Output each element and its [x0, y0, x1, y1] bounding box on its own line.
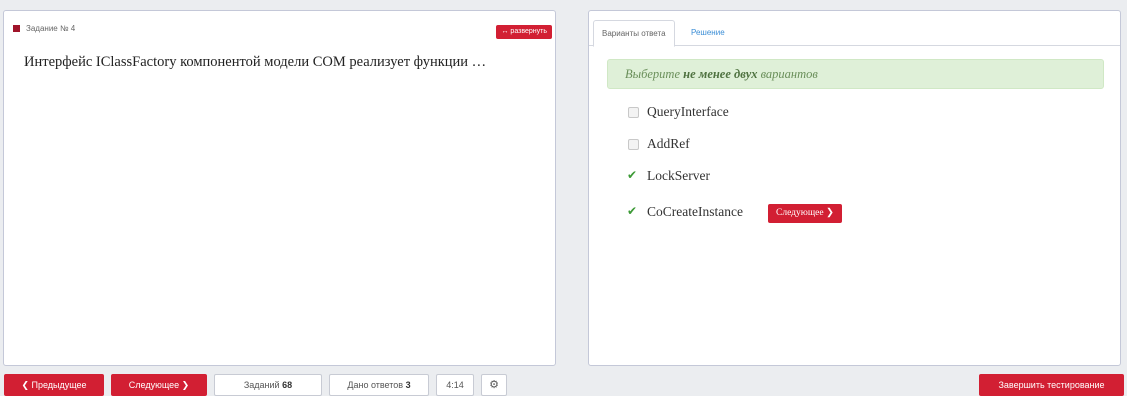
answer-tabs: Варианты ответа Решение — [589, 19, 1120, 47]
gear-icon[interactable]: ⚙ — [481, 374, 507, 396]
checkbox-icon[interactable] — [628, 138, 639, 150]
answers-label: Дано ответов — [347, 380, 404, 390]
option-lockserver[interactable]: LockServer — [627, 167, 710, 185]
selection-hint: Выберите не менее двух вариантов — [607, 59, 1104, 89]
hint-prefix: Выберите — [625, 67, 684, 81]
tab-answer-options[interactable]: Варианты ответа — [593, 20, 675, 47]
answers-counter: Дано ответов 3 — [329, 374, 429, 396]
hint-emphasis: не менее двух — [683, 67, 758, 81]
answers-count: 3 — [405, 380, 411, 390]
tab-solution[interactable]: Решение — [683, 20, 733, 47]
answer-panel: Варианты ответа Решение Выберите не мене… — [588, 10, 1121, 366]
expand-button[interactable]: ↔ развернуть — [496, 25, 552, 39]
question-panel: Задание № 4 ↔ развернуть Интерфейс IClas… — [3, 10, 556, 366]
tasks-counter: Заданий 68 — [214, 374, 322, 396]
option-label: LockServer — [647, 168, 710, 183]
option-addref[interactable]: AddRef — [628, 135, 690, 153]
option-cocreateinstance[interactable]: CoCreateInstance — [627, 203, 743, 221]
option-label: CoCreateInstance — [647, 204, 743, 219]
task-marker-icon — [13, 25, 20, 32]
task-header: Задание № 4 — [13, 24, 75, 33]
next-inline-button[interactable]: Следующее ❯ — [768, 204, 842, 223]
checkmark-icon[interactable] — [627, 168, 639, 182]
option-label: AddRef — [647, 136, 690, 151]
task-number: Задание № 4 — [26, 24, 76, 33]
question-text: Интерфейс IClassFactory компонентой моде… — [24, 54, 487, 70]
option-query-interface[interactable]: QueryInterface — [628, 103, 729, 121]
checkmark-icon[interactable] — [627, 204, 639, 218]
option-label: QueryInterface — [647, 104, 729, 119]
timer: 4:14 — [436, 374, 474, 396]
previous-button[interactable]: ❮ Предыдущее — [4, 374, 104, 396]
finish-test-button[interactable]: Завершить тестирование — [979, 374, 1124, 396]
tasks-label: Заданий — [243, 380, 280, 390]
tasks-count: 68 — [282, 380, 293, 390]
checkbox-icon[interactable] — [628, 106, 639, 118]
hint-suffix: вариантов — [757, 67, 818, 81]
next-button[interactable]: Следующее ❯ — [111, 374, 207, 396]
